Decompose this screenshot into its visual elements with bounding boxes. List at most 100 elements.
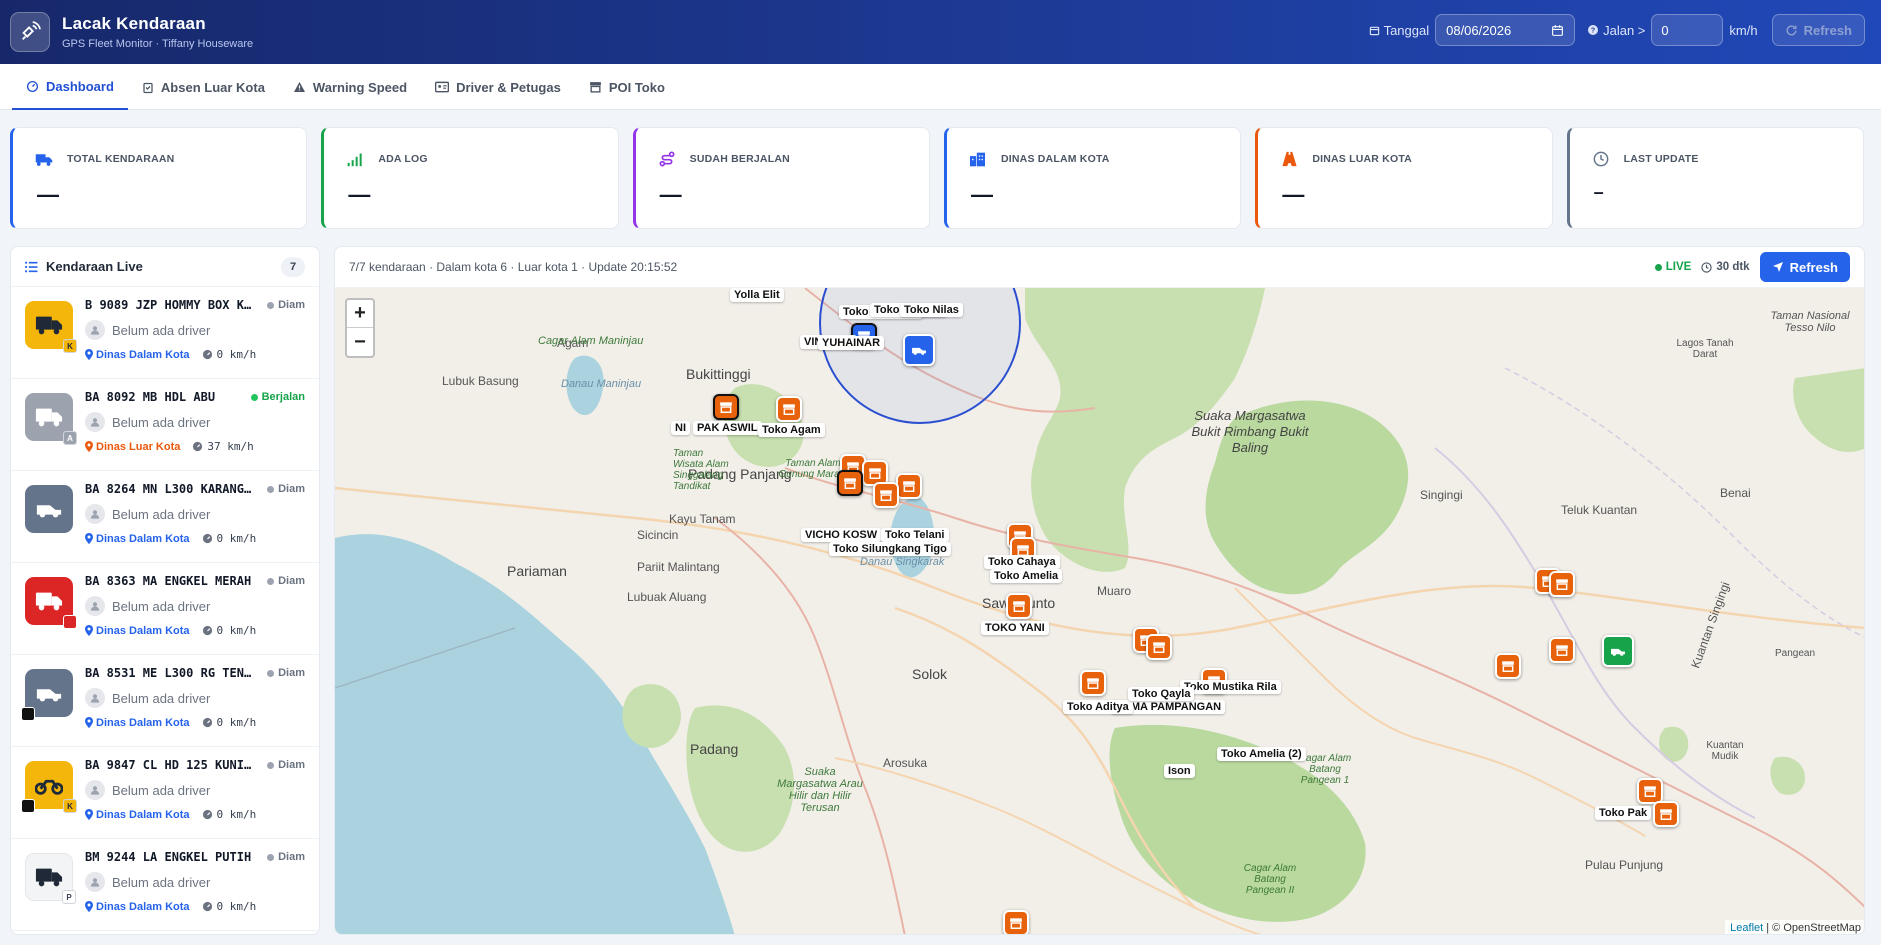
map-place-label: Kuantan Mudik <box>1706 740 1744 762</box>
speed-filter-input[interactable]: 0 <box>1651 14 1724 46</box>
vehicle-status: Diam <box>267 667 305 679</box>
vehicle-speed: 0 km/h <box>202 900 256 913</box>
zoom-in-button[interactable]: + <box>347 300 373 328</box>
vehicle-status: Diam <box>267 851 305 863</box>
warning-icon <box>293 82 305 92</box>
store-icon <box>720 402 732 413</box>
driver-avatar-icon <box>85 412 105 432</box>
map-place-label: Kayu Tanam <box>669 512 736 526</box>
store-icon <box>1087 678 1099 689</box>
tab-dashboard[interactable]: Dashboard <box>12 64 128 110</box>
tab-warning-speed[interactable]: Warning Speed <box>279 64 421 110</box>
store-icon <box>903 481 915 492</box>
store-label: PAK ASWIL <box>693 421 762 435</box>
store-marker[interactable] <box>873 482 899 508</box>
vehicle-item[interactable]: BA 8363 MA ENGKEL MERAH Diam Belum ada d… <box>11 563 319 655</box>
store-marker[interactable] <box>1495 653 1521 679</box>
vehicle-location: Dinas Dalam Kota <box>85 533 190 545</box>
leaflet-link[interactable]: Leaflet <box>1730 922 1763 934</box>
speed-unit: km/h <box>1729 22 1758 38</box>
vehicle-driver: Belum ada driver <box>85 320 305 340</box>
date-input[interactable]: 08/06/2026 <box>1435 14 1576 46</box>
store-icon <box>1153 642 1165 653</box>
vehicle-location: Dinas Dalam Kota <box>85 625 190 637</box>
map-canvas[interactable]: + − Bukittinggi Padang Panjang Pariaman … <box>335 288 1864 934</box>
vehicle-badge <box>63 615 77 629</box>
store-label: Toko Nilas <box>900 303 963 317</box>
store-marker[interactable] <box>776 396 802 422</box>
van-icon <box>36 505 62 518</box>
store-label: Toko Amelia <box>990 569 1063 583</box>
vehicle-speed: 0 km/h <box>202 808 256 821</box>
map-refresh-button[interactable]: Refresh <box>1759 252 1850 282</box>
vehicle-driver: Belum ada driver <box>85 780 305 800</box>
store-label: Toko Agam <box>758 423 825 437</box>
store-marker[interactable] <box>1080 670 1106 696</box>
vehicle-marker[interactable] <box>903 334 935 366</box>
store-label: NI <box>671 421 690 435</box>
vehicle-status: Diam <box>267 483 305 495</box>
store-marker[interactable] <box>896 473 922 499</box>
vehicle-status: Diam <box>267 759 305 771</box>
vehicle-avatar: K <box>25 301 77 353</box>
store-icon <box>880 490 892 501</box>
store-marker[interactable] <box>1006 593 1032 619</box>
store-marker[interactable] <box>1146 634 1172 660</box>
store-marker[interactable] <box>1549 571 1575 597</box>
vehicle-item[interactable]: K BA 9847 CL HD 125 KUNI... Diam Belum a… <box>11 747 319 839</box>
tab-absen-luar-kota[interactable]: Absen Luar Kota <box>128 64 279 110</box>
store-icon <box>783 404 795 415</box>
pin-icon <box>85 901 93 912</box>
store-marker[interactable] <box>1549 637 1575 663</box>
map-place-label: Bukittinggi <box>686 366 751 382</box>
store-marker[interactable] <box>1003 910 1029 934</box>
calendar-picker-icon <box>1552 24 1564 36</box>
store-marker[interactable] <box>713 394 739 420</box>
camera-badge-icon <box>21 799 35 813</box>
stat-value: — <box>1282 182 1305 207</box>
store-icon <box>1502 661 1514 672</box>
store-marker[interactable] <box>837 470 863 496</box>
store-label: Toko Pak <box>1595 806 1652 820</box>
driver-avatar-icon <box>85 872 105 892</box>
id-card-icon <box>435 81 450 93</box>
vehicle-location: Dinas Dalam Kota <box>85 717 190 729</box>
help-icon: ? <box>1588 25 1599 35</box>
zoom-control: + − <box>345 298 375 358</box>
tab-poi-toko[interactable]: POI Toko <box>575 64 679 110</box>
truck-icon <box>35 868 63 887</box>
store-icon <box>1013 601 1025 612</box>
stat-total-kendaraan: TOTAL KENDARAAN — <box>10 127 308 229</box>
vehicle-status: Diam <box>267 299 305 311</box>
speedometer-icon <box>202 533 212 544</box>
vehicle-marker-moving[interactable] <box>1602 635 1634 667</box>
map-place-label: Arosuka <box>883 756 928 770</box>
satellite-icon <box>22 21 41 40</box>
speedometer-icon <box>202 717 212 728</box>
zoom-out-button[interactable]: − <box>347 328 373 356</box>
vehicle-driver: Belum ada driver <box>85 412 305 432</box>
stat-value: — <box>348 182 371 207</box>
map-place-label: Danau Maninjau <box>561 378 642 390</box>
vehicle-item[interactable]: BA 8531 ME L300 RG TEN... Diam Belum ada… <box>11 655 319 747</box>
stat-ada-log: ADA LOG — <box>321 127 619 229</box>
app-logo <box>10 12 50 52</box>
header-refresh-button[interactable]: Refresh <box>1771 14 1865 46</box>
stat-last-update: LAST UPDATE – <box>1566 127 1864 229</box>
map-panel: 7/7 kendaraan · Dalam kota 6 · Luar kota… <box>334 246 1865 935</box>
tab-driver-petugas[interactable]: Driver & Petugas <box>421 64 575 110</box>
stats-row: TOTAL KENDARAAN — ADA LOG — SUDAH BERJAL… <box>10 127 1864 229</box>
vehicle-plate: B 9089 JZP HOMMY BOX K... <box>85 298 255 312</box>
pin-icon <box>85 441 93 452</box>
vehicle-list-panel: Kendaraan Live 7 K B 9089 JZP HOMMY BOX … <box>10 246 320 935</box>
vehicle-item[interactable]: K B 9089 JZP HOMMY BOX K... Diam Belum a… <box>11 287 319 379</box>
vehicle-plate: BA 8531 ME L300 RG TEN... <box>85 666 255 680</box>
svg-text:?: ? <box>1591 28 1595 35</box>
vehicle-item[interactable]: P BM 9244 LA ENGKEL PUTIH Diam Belum ada… <box>11 839 319 931</box>
store-label: Ison <box>1164 764 1195 778</box>
vehicle-item[interactable]: BA 8264 MN L300 KARANG... Diam Belum ada… <box>11 471 319 563</box>
vehicle-status: Diam <box>267 575 305 587</box>
store-marker[interactable] <box>1653 801 1679 827</box>
vehicle-item[interactable]: A BA 8092 MB HDL ABU Berjalan Belum ada … <box>11 379 319 471</box>
road-icon <box>1278 148 1300 170</box>
